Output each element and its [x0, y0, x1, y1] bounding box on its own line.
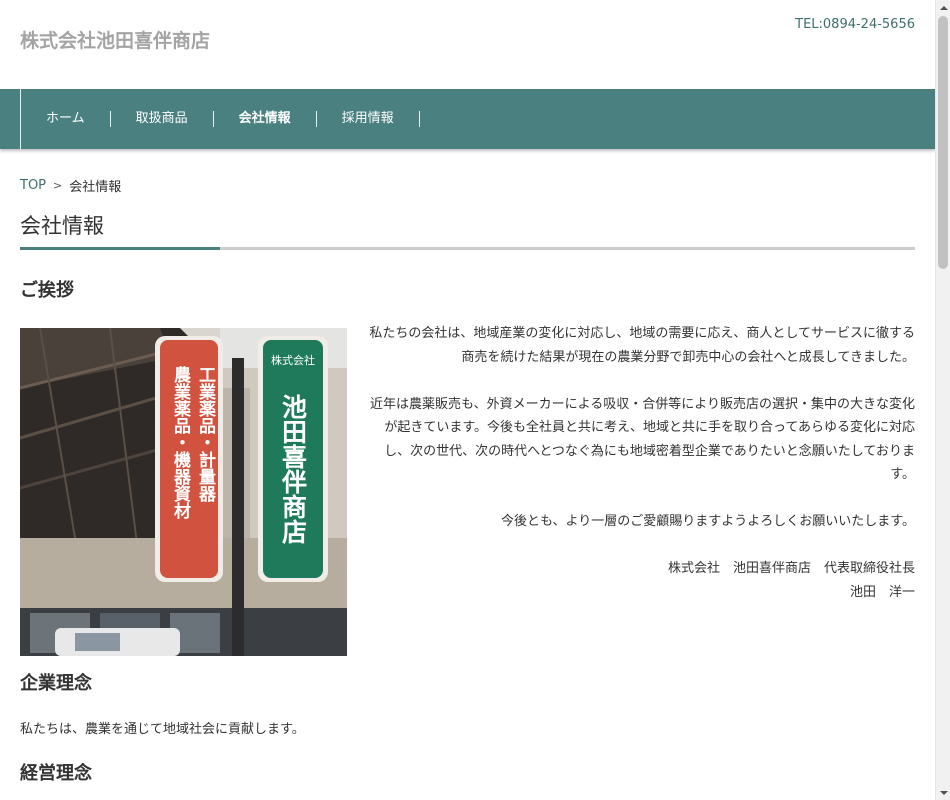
- heading-accent-bar: [20, 247, 220, 250]
- page-heading: 会社情報: [20, 212, 915, 250]
- greeting-title: ご挨拶: [20, 280, 74, 301]
- breadcrumb-separator: >: [53, 179, 63, 192]
- philosophy-title: 企業理念: [20, 673, 92, 694]
- nav-list: ホーム 取扱商品 会社情報 採用情報: [20, 89, 420, 149]
- greeting-paragraph-1: 私たちの会社は、地域産業の変化に対応し、地域の需要に応え、商人としてサービスに徹…: [369, 326, 915, 365]
- management-title: 経営理念: [20, 763, 92, 784]
- sign-left-col2: 農業薬品・機器資材: [170, 365, 192, 520]
- nav-item-products[interactable]: 取扱商品: [111, 111, 214, 127]
- philosophy-text: 私たちは、農業を通じて地域社会に貢献します。: [20, 722, 305, 737]
- sign-right-main: 池田喜伴商店: [279, 394, 309, 545]
- scroll-thumb[interactable]: [938, 16, 948, 269]
- signature-company: 株式会社 池田喜伴商店 代表取締役社長: [667, 561, 928, 576]
- nav-item-company[interactable]: 会社情報: [214, 111, 317, 127]
- breadcrumb: TOP > 会社情報: [20, 176, 121, 195]
- page-title: 会社情報: [20, 214, 104, 238]
- nav-item-recruit[interactable]: 採用情報: [317, 111, 420, 127]
- sign-right-small: 株式会社: [271, 353, 315, 367]
- breadcrumb-top-link[interactable]: TOP: [20, 178, 46, 193]
- storefront-photo: 農業薬品・機器資材 工業薬品・計量器 株式会社 池田喜伴商店: [20, 328, 347, 656]
- storefront-photo-image: 農業薬品・機器資材 工業薬品・計量器 株式会社 池田喜伴商店: [20, 328, 347, 656]
- greeting-paragraph-2: 近年は農薬販売も、外資メーカーによる吸収・合併等により販売店の選択・集中の大きな…: [370, 396, 915, 483]
- site-header: 株式会社池田喜伴商店 TEL:0894-24-5656: [0, 0, 935, 89]
- global-nav: ホーム 取扱商品 会社情報 採用情報: [0, 89, 935, 149]
- nav-item-home[interactable]: ホーム: [21, 111, 111, 127]
- greeting-text: 私たちの会社は、地域産業の変化に対応し、地域の需要に応え、商人としてサービスに徹…: [364, 322, 915, 604]
- signature-name: 池田 洋一: [849, 584, 915, 600]
- tel-number: TEL:0894-24-5656: [795, 17, 915, 32]
- site-title[interactable]: 株式会社池田喜伴商店: [20, 26, 210, 53]
- greeting-paragraph-3: 今後とも、より一層のご愛顧賜りますようよろしくお願いいたします。: [500, 514, 915, 529]
- scroll-up-arrow-icon[interactable]: [936, 0, 950, 15]
- sign-left-col1: 工業薬品・計量器: [195, 366, 217, 503]
- page: 株式会社池田喜伴商店 TEL:0894-24-5656 ホーム 取扱商品 会社情…: [0, 0, 935, 800]
- scroll-down-arrow-icon[interactable]: [936, 785, 950, 800]
- vertical-scrollbar[interactable]: [935, 0, 950, 800]
- breadcrumb-current: 会社情報: [69, 180, 122, 195]
